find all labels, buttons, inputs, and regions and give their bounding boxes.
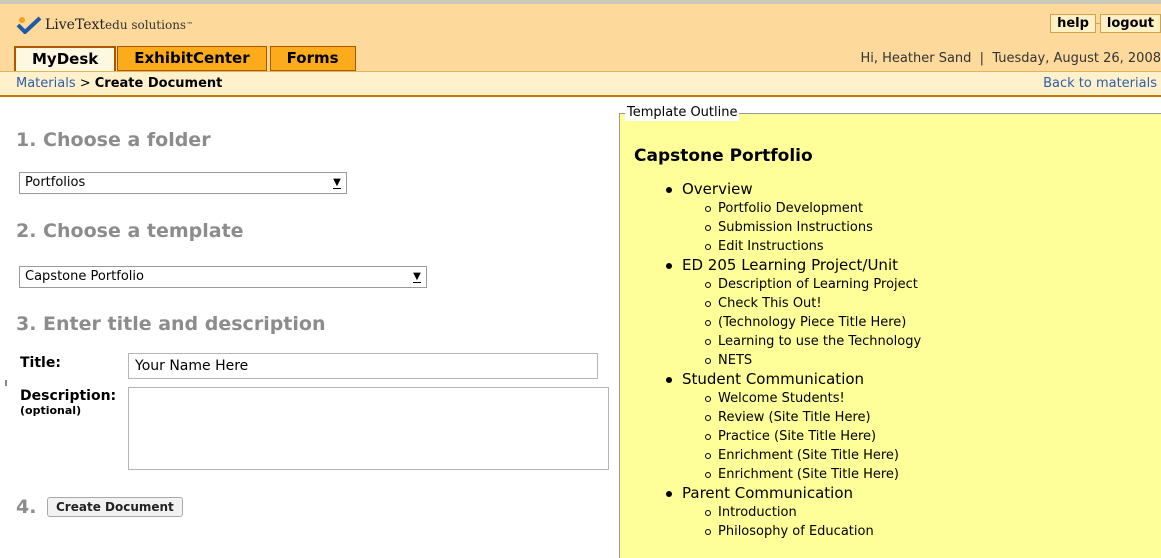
logo-trademark: ™ bbox=[186, 21, 194, 29]
edge-marker bbox=[5, 380, 7, 386]
livetext-logo[interactable]: LiveText edu solutions ™ bbox=[16, 14, 193, 36]
folder-select[interactable]: Portfolios ▼ bbox=[19, 172, 347, 194]
title-label: Title: bbox=[20, 355, 61, 371]
user-greeting: Hi, Heather Sand | Tuesday, August 26, 2… bbox=[860, 51, 1161, 66]
outline-section: Parent Communication Introduction Philos… bbox=[620, 484, 921, 541]
outline-legend: Template Outline bbox=[625, 105, 740, 121]
description-label: Description: bbox=[20, 388, 117, 404]
outline-section-label: Overview bbox=[682, 180, 753, 198]
dropdown-arrow-icon: ▼ bbox=[408, 267, 426, 287]
description-textarea[interactable] bbox=[128, 387, 609, 470]
step2-heading: 2. Choose a template bbox=[16, 220, 244, 242]
logo-suffix: edu solutions bbox=[105, 18, 187, 32]
outline-item: Portfolio Development bbox=[620, 199, 921, 218]
tab-forms[interactable]: Forms bbox=[269, 46, 356, 71]
breadcrumb-separator: > bbox=[75, 76, 95, 91]
outline-item: NETS bbox=[620, 351, 921, 370]
outline-item: Practice (Site Title Here) bbox=[620, 427, 921, 446]
main-tabs: MyDesk ExhibitCenter Forms bbox=[14, 46, 359, 71]
outline-section-label: Student Communication bbox=[682, 370, 865, 388]
outline-item: Enrichment (Site Title Here) bbox=[620, 465, 921, 484]
breadcrumb: Materials > Create Document bbox=[16, 76, 222, 91]
template-outline-panel: Template Outline Capstone Portfolio Over… bbox=[619, 105, 1161, 558]
folder-select-value: Portfolios bbox=[25, 175, 86, 190]
template-select-value: Capstone Portfolio bbox=[25, 269, 144, 284]
logo-name: LiveText bbox=[45, 17, 106, 33]
outline-item: (Technology Piece Title Here) bbox=[620, 313, 921, 332]
step4-number: 4. bbox=[16, 496, 37, 518]
outline-item: Submission Instructions bbox=[620, 218, 921, 237]
outline-list: Overview Portfolio Development Submissio… bbox=[620, 180, 921, 541]
outline-item: Philosophy of Education bbox=[620, 522, 921, 541]
outline-section: ED 205 Learning Project/Unit Description… bbox=[620, 256, 921, 370]
outline-item: Description of Learning Project bbox=[620, 275, 921, 294]
outline-section-label: ED 205 Learning Project/Unit bbox=[682, 256, 898, 274]
breadcrumb-current: Create Document bbox=[94, 76, 223, 91]
dropdown-arrow-icon: ▼ bbox=[328, 173, 346, 193]
logout-link[interactable]: logout bbox=[1099, 14, 1161, 33]
help-link[interactable]: help bbox=[1050, 14, 1096, 33]
outline-item: Review (Site Title Here) bbox=[620, 408, 921, 427]
outline-section-label: Parent Communication bbox=[682, 484, 854, 502]
outline-item: Welcome Students! bbox=[620, 389, 921, 408]
outline-title: Capstone Portfolio bbox=[634, 146, 813, 166]
outline-item: Edit Instructions bbox=[620, 237, 921, 256]
step3-heading: 3. Enter title and description bbox=[16, 313, 326, 335]
create-document-button[interactable]: Create Document bbox=[47, 497, 183, 517]
outline-section: Overview Portfolio Development Submissio… bbox=[620, 180, 921, 256]
utility-links: help logout bbox=[1050, 14, 1161, 33]
breadcrumb-materials-link[interactable]: Materials bbox=[16, 76, 76, 91]
tab-mydesk[interactable]: MyDesk bbox=[14, 46, 117, 71]
breadcrumb-bar: Materials > Create Document Back to mate… bbox=[0, 71, 1161, 97]
outline-section: Student Communication Welcome Students! … bbox=[620, 370, 921, 484]
back-to-materials-link[interactable]: Back to materials bbox=[1043, 76, 1157, 91]
step1-heading: 1. Choose a folder bbox=[16, 129, 211, 151]
outline-item: Enrichment (Site Title Here) bbox=[620, 446, 921, 465]
checkmark-logo-icon bbox=[16, 16, 42, 34]
tab-exhibitcenter[interactable]: ExhibitCenter bbox=[117, 46, 267, 71]
outline-item: Check This Out! bbox=[620, 294, 921, 313]
description-optional-hint: (optional) bbox=[20, 404, 82, 417]
template-select[interactable]: Capstone Portfolio ▼ bbox=[19, 266, 427, 288]
title-input[interactable]: Your Name Here bbox=[128, 353, 598, 379]
outline-item: Learning to use the Technology bbox=[620, 332, 921, 351]
app-header: LiveText edu solutions ™ help logout MyD… bbox=[0, 4, 1161, 71]
outline-item: Introduction bbox=[620, 503, 921, 522]
